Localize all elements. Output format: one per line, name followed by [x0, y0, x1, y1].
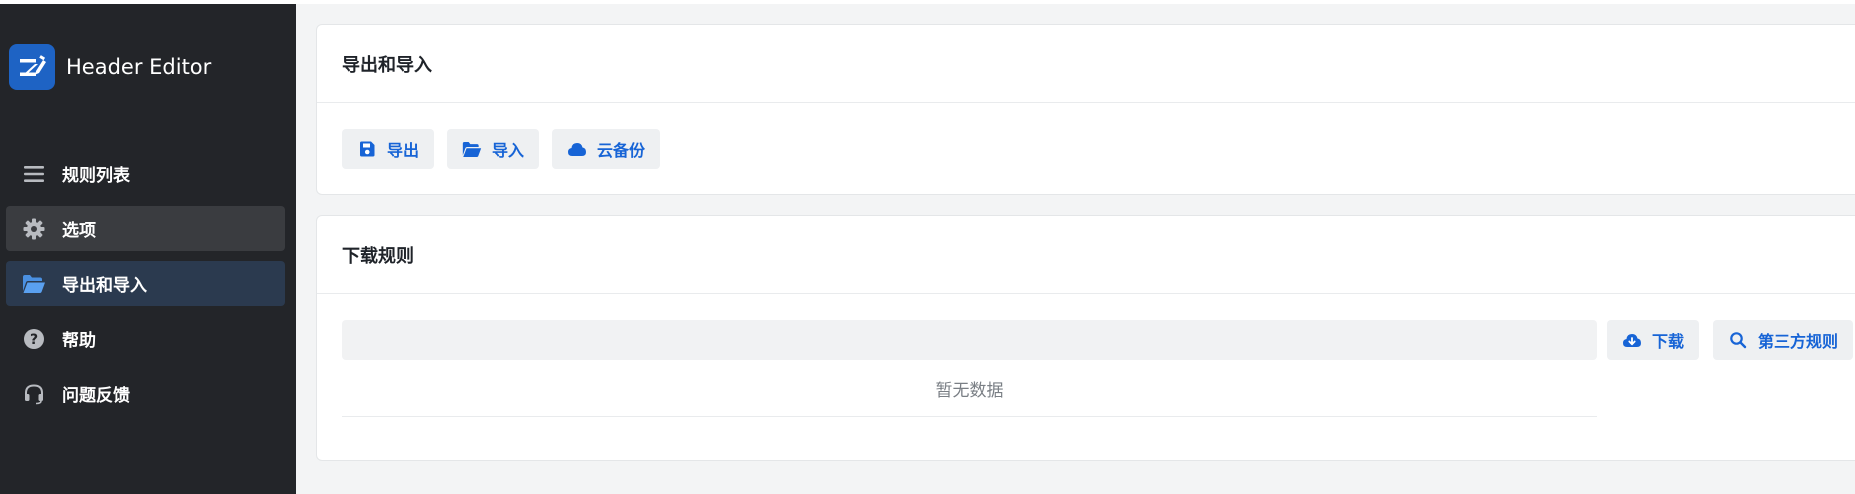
empty-state: 暂无数据: [342, 361, 1597, 417]
save-icon: [357, 139, 377, 159]
third-party-rules-button-label: 第三方规则: [1758, 332, 1839, 351]
export-button[interactable]: 导出: [342, 129, 435, 169]
card-title: 导出和导入: [342, 54, 432, 76]
card-header: 下载规则: [317, 216, 1855, 294]
sidebar-item-feedback[interactable]: 问题反馈: [6, 371, 285, 416]
sidebar-item-help[interactable]: ? 帮助: [6, 316, 285, 361]
sidebar-item-options[interactable]: 选项: [6, 206, 285, 251]
sidebar-nav: 规则列表 选项 导出和导入 ? 帮助 问题反馈: [6, 151, 285, 426]
export-button-label: 导出: [387, 141, 420, 160]
app-window: Header Editor 规则列表 选项 导出和导入 ? 帮助 问题反馈 导出…: [0, 0, 1855, 494]
svg-text:?: ?: [30, 332, 38, 348]
sidebar: Header Editor 规则列表 选项 导出和导入 ? 帮助 问题反馈: [0, 4, 296, 494]
cloud-backup-button-label: 云备份: [597, 141, 646, 160]
import-button[interactable]: 导入: [447, 129, 540, 169]
sidebar-item-label: 帮助: [62, 331, 96, 351]
sidebar-item-export-import[interactable]: 导出和导入: [6, 261, 285, 306]
import-button-label: 导入: [492, 141, 525, 160]
download-rules-card: 下载规则 下载 第三方规则 暂无数据: [316, 215, 1855, 461]
download-button[interactable]: 下载: [1607, 320, 1700, 360]
card-header: 导出和导入: [317, 25, 1855, 103]
card-title: 下载规则: [342, 245, 414, 267]
sidebar-item-label: 规则列表: [62, 166, 130, 186]
export-import-card: 导出和导入 导出 导入 云备份: [316, 24, 1855, 195]
sidebar-item-label: 导出和导入: [62, 276, 147, 296]
headset-icon: [21, 381, 47, 407]
app-name: Header Editor: [66, 55, 212, 79]
folder-open-icon: [462, 139, 482, 159]
header-editor-logo-icon: [9, 44, 55, 90]
sidebar-item-rule-list[interactable]: 规则列表: [6, 151, 285, 196]
third-party-rules-button[interactable]: 第三方规则: [1713, 320, 1854, 360]
empty-state-text: 暂无数据: [935, 381, 1004, 401]
search-icon: [1728, 330, 1748, 350]
cloud-download-icon: [1622, 330, 1642, 350]
gear-icon: [21, 216, 47, 242]
download-button-label: 下载: [1652, 332, 1685, 351]
cloud-backup-button[interactable]: 云备份: [552, 129, 661, 169]
sidebar-item-label: 选项: [62, 221, 96, 241]
list-icon: [21, 161, 47, 187]
rule-url-input[interactable]: [342, 320, 1597, 360]
cloud-icon: [567, 139, 587, 159]
brand: Header Editor: [9, 44, 211, 90]
sidebar-item-label: 问题反馈: [62, 386, 130, 406]
help-circle-icon: ?: [21, 326, 47, 352]
folder-open-icon: [21, 271, 47, 297]
